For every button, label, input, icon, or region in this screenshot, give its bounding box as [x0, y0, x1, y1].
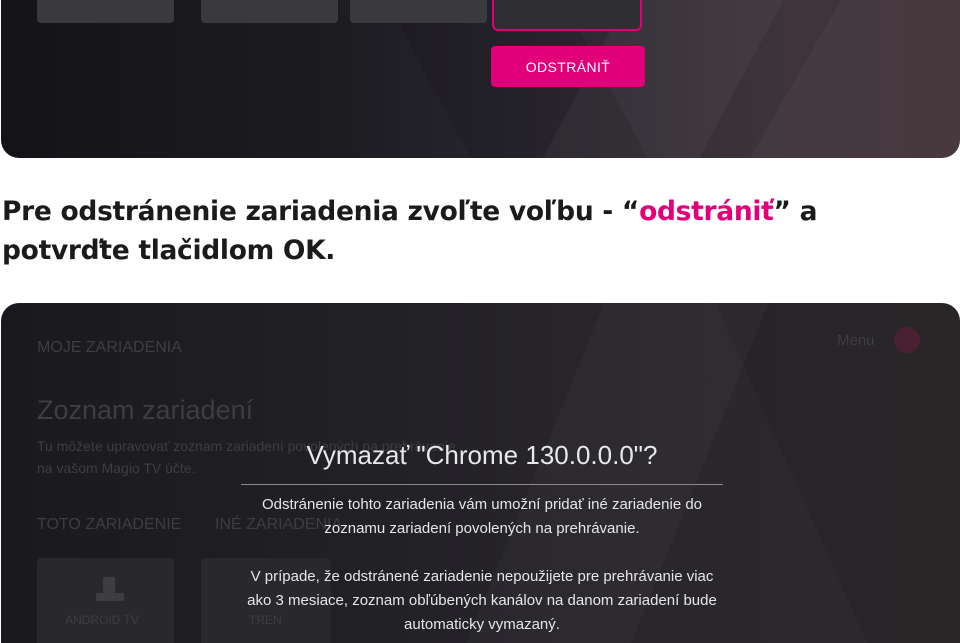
instruction-text-before: Pre odstránenie zariadenia zvoľte voľbu …: [2, 196, 640, 227]
menu-icon[interactable]: [894, 327, 920, 353]
menu-label[interactable]: Menu: [837, 332, 875, 349]
tv-screenshot-bottom: MOJE ZARIADENIA Menu Zoznam zariadení Tu…: [1, 303, 960, 643]
instruction-highlight: odstrániť: [639, 196, 774, 227]
dialog-title: Vymazať "Chrome 130.0.0.0"?: [306, 440, 658, 470]
tv-screenshot-top: ODSTRÁNIŤ: [1, 0, 960, 158]
page-heading: Zoznam zariadení: [37, 395, 254, 425]
dialog-divider: [241, 484, 723, 485]
dialog-paragraph-1: Odstránenie tohto zariadenia vám umožní …: [261, 496, 703, 537]
section-title: MOJE ZARIADENIA: [37, 339, 182, 356]
remove-button[interactable]: ODSTRÁNIŤ: [491, 46, 645, 87]
device-tile[interactable]: [201, 0, 338, 23]
device-tile[interactable]: [37, 0, 174, 23]
device-tile-selected[interactable]: [492, 0, 642, 31]
background-pattern: [1, 0, 960, 158]
instruction-text: Pre odstránenie zariadenia zvoľte voľbu …: [2, 192, 952, 270]
device-tile[interactable]: [350, 0, 487, 23]
tab-this-device[interactable]: TOTO ZARIADENIE: [37, 516, 181, 534]
device-card-label: ANDROID TV: [65, 613, 139, 627]
dialog-paragraph-2: V prípade, že odstránené zariadenie nepo…: [247, 568, 717, 633]
tv-device-icon: [96, 577, 124, 601]
